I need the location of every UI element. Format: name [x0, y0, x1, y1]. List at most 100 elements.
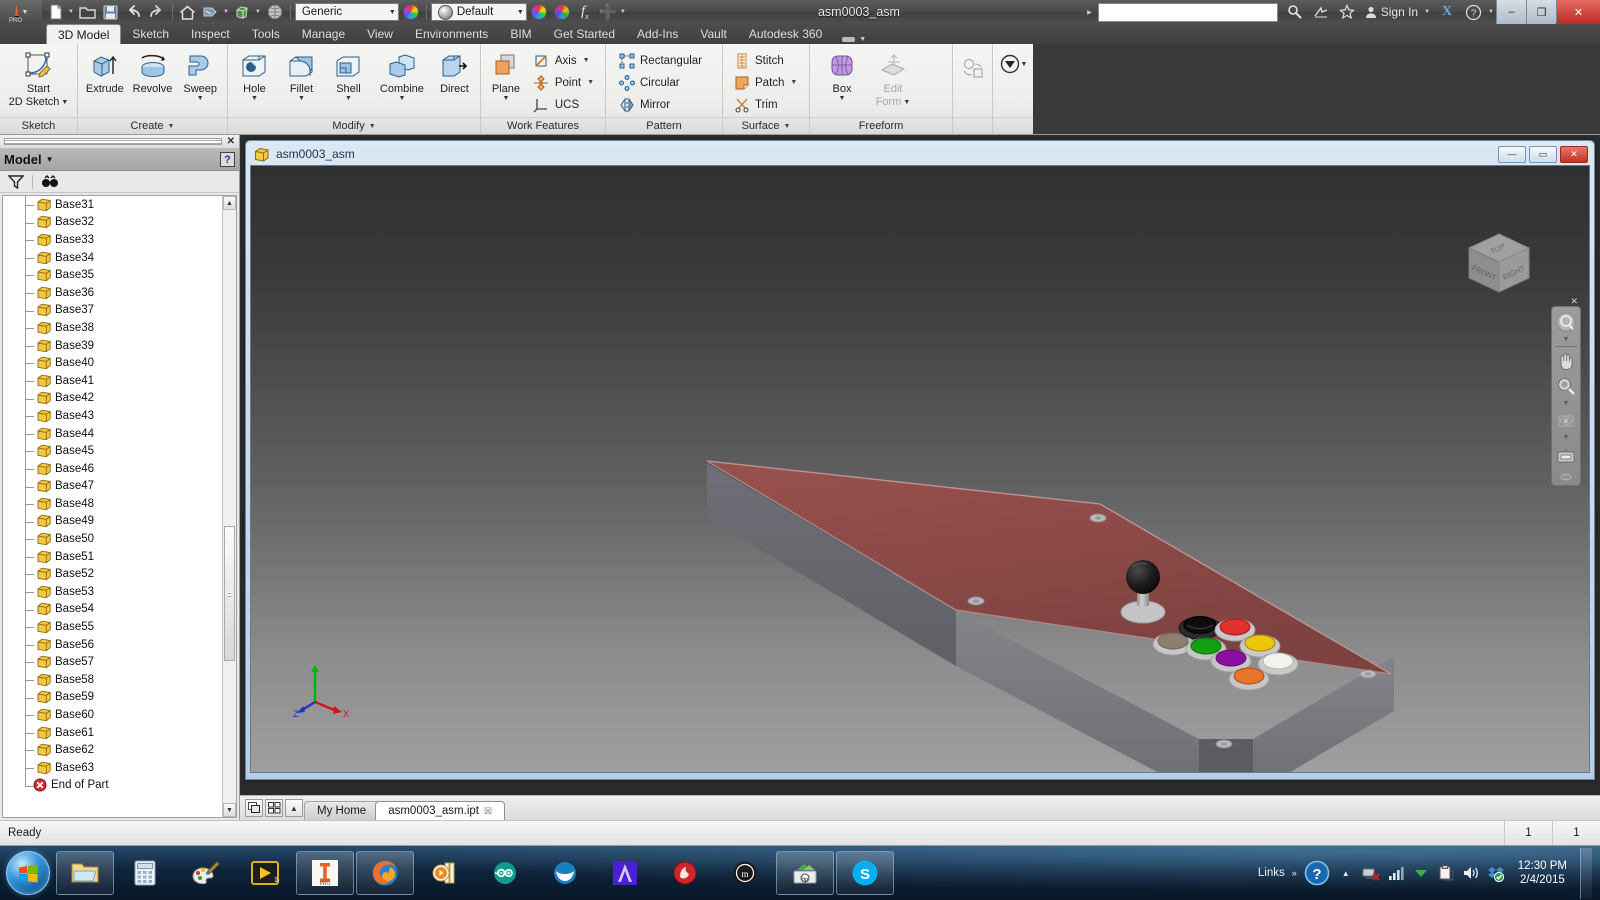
tree-item[interactable]: Base49	[3, 512, 222, 531]
tree-item[interactable]: Base36	[3, 283, 222, 302]
edit-form-button[interactable]: Edit Form ▼	[868, 47, 918, 109]
tab-vault[interactable]: Vault	[689, 24, 737, 44]
return-dropdown-icon[interactable]: ▼	[223, 9, 231, 15]
tree-item[interactable]: Base41	[3, 371, 222, 390]
model-tree-scrollbar[interactable]: ▲ ▼	[222, 196, 236, 817]
chevron-down-icon[interactable]: ▼	[251, 95, 258, 102]
tree-item[interactable]: Base48	[3, 495, 222, 514]
tree-item[interactable]: Base52	[3, 565, 222, 584]
tile-windows-icon[interactable]	[265, 799, 283, 817]
adjust-appearance-icon[interactable]	[551, 2, 573, 23]
minimize-window-button[interactable]: –	[1496, 0, 1526, 24]
application-menu-button[interactable]: I ▼ PRO	[0, 0, 42, 24]
tab-autodesk-360[interactable]: Autodesk 360	[738, 24, 833, 44]
tree-item[interactable]: Base57	[3, 653, 222, 672]
update-dropdown-icon[interactable]: ▼	[255, 9, 263, 15]
tree-item[interactable]: Base50	[3, 530, 222, 549]
plastic-part-button[interactable]: ▼	[997, 50, 1030, 76]
tree-item[interactable]: Base31	[3, 196, 222, 214]
communication-center-icon[interactable]	[1310, 2, 1332, 23]
select-sphere-icon[interactable]	[264, 2, 286, 23]
taskbar-arduino[interactable]	[476, 851, 534, 895]
chevron-down-icon-3[interactable]: ▼	[1563, 434, 1570, 441]
tree-item[interactable]: Base60	[3, 706, 222, 725]
doc-restore-button[interactable]: ▭	[1529, 145, 1557, 163]
graphics-canvas[interactable]: TOP FRONT RIGHT ✕ ▼ ▼ ▼ Z X	[250, 165, 1590, 773]
tree-item[interactable]: Base54	[3, 600, 222, 619]
save-disk-icon[interactable]	[100, 2, 122, 23]
tab-asm0003[interactable]: asm0003_asm.ipt ☒	[375, 801, 506, 820]
tab-environments[interactable]: Environments	[404, 24, 499, 44]
close-icon[interactable]: ☒	[484, 806, 492, 817]
tray-volume-icon[interactable]	[1462, 864, 1480, 882]
document-window-titlebar[interactable]: asm0003_asm — ▭ ✕	[248, 143, 1592, 165]
doc-minimize-button[interactable]: —	[1498, 145, 1526, 163]
tree-item[interactable]: Base33	[3, 231, 222, 250]
circular-pattern-button[interactable]: Circular	[614, 72, 709, 93]
mirror-button[interactable]: Mirror	[614, 94, 709, 115]
tab-my-home[interactable]: My Home	[304, 801, 380, 820]
filter-icon[interactable]	[8, 174, 24, 189]
tree-item-end-of-part[interactable]: End of Part	[3, 776, 222, 795]
view-cube[interactable]: TOP FRONT RIGHT	[1461, 226, 1537, 302]
favorites-star-icon[interactable]	[1336, 2, 1358, 23]
taskbar-file-explorer[interactable]	[56, 851, 114, 895]
zoom-magnifier-icon[interactable]	[1554, 375, 1578, 398]
point-button[interactable]: Point ▼	[529, 72, 601, 93]
chevron-down-icon[interactable]: ▼	[46, 155, 54, 164]
material-browser-icon[interactable]	[400, 2, 422, 23]
start-button[interactable]	[0, 848, 56, 899]
panel-title-create[interactable]: Create ▼	[78, 117, 227, 134]
navbar-menu-icon[interactable]	[1554, 470, 1578, 485]
revolve-button[interactable]: Revolve	[130, 47, 176, 96]
browser-title[interactable]: Model ▼	[4, 152, 53, 167]
extrude-button[interactable]: Extrude	[82, 47, 128, 96]
navbar-close-icon[interactable]: ✕	[1570, 296, 1578, 307]
direct-button[interactable]: Direct	[433, 47, 476, 96]
tab-bim[interactable]: BIM	[499, 24, 542, 44]
sign-in-dropdown-icon[interactable]: ▼	[1424, 9, 1432, 15]
appearance-browser-icon[interactable]	[528, 2, 550, 23]
find-icon[interactable]	[41, 174, 59, 189]
tree-item[interactable]: Base46	[3, 459, 222, 478]
sweep-button[interactable]: Sweep ▼	[177, 47, 223, 103]
taskbar-hp-printer[interactable]: hp	[776, 851, 834, 895]
cascade-windows-icon[interactable]	[245, 799, 263, 817]
tree-item[interactable]: Base59	[3, 688, 222, 707]
close-icon[interactable]: ✕	[222, 136, 235, 147]
parameters-fx-icon[interactable]: fx	[574, 2, 596, 23]
help-icon[interactable]: ?	[1462, 2, 1484, 23]
taskbar-mikroe[interactable]: m	[716, 851, 774, 895]
tree-item[interactable]: Base35	[3, 266, 222, 285]
sign-in-button[interactable]: Sign In	[1362, 2, 1420, 23]
combine-button[interactable]: Combine ▼	[373, 47, 431, 103]
chevron-down-icon[interactable]: ▼	[502, 95, 509, 102]
redo-arrow-icon[interactable]	[146, 2, 168, 23]
return-icon[interactable]	[200, 2, 222, 23]
taskbar-openoffice[interactable]	[536, 851, 594, 895]
tab-view[interactable]: View	[356, 24, 404, 44]
chevron-down-icon[interactable]: ▼	[61, 99, 68, 106]
rectangular-pattern-button[interactable]: Rectangular	[614, 50, 709, 71]
start-2d-sketch-button[interactable]: Start 2D Sketch ▼	[4, 47, 73, 109]
taskbar-clock[interactable]: 12:30 PM 2/4/2015	[1512, 859, 1573, 887]
taskbar-altium[interactable]	[596, 851, 654, 895]
autodesk-exchange-icon[interactable]: X	[1436, 2, 1458, 23]
chevron-down-icon[interactable]: ▼	[903, 99, 910, 106]
links-chevron-icon[interactable]: »	[1292, 868, 1297, 878]
tree-item[interactable]: Base34	[3, 248, 222, 267]
freeform-box-button[interactable]: Box ▼	[818, 47, 866, 103]
undo-arrow-icon[interactable]	[123, 2, 145, 23]
tray-help-icon[interactable]: ?	[1304, 860, 1330, 886]
tray-dropbox-icon[interactable]	[1487, 864, 1505, 882]
chevron-down-icon[interactable]: ▼	[398, 95, 405, 102]
stitch-button[interactable]: Stitch	[729, 50, 804, 71]
plane-button[interactable]: Plane ▼	[485, 47, 527, 103]
taskbar-inventor[interactable]: PRO	[296, 851, 354, 895]
search-icon[interactable]	[1284, 2, 1306, 23]
tree-item[interactable]: Base40	[3, 354, 222, 373]
chevron-down-icon[interactable]: ▼	[583, 57, 590, 64]
chevron-down-icon[interactable]: ▼	[790, 79, 797, 86]
tree-item[interactable]: Base53	[3, 583, 222, 602]
chevron-down-icon[interactable]: ▼	[298, 95, 305, 102]
